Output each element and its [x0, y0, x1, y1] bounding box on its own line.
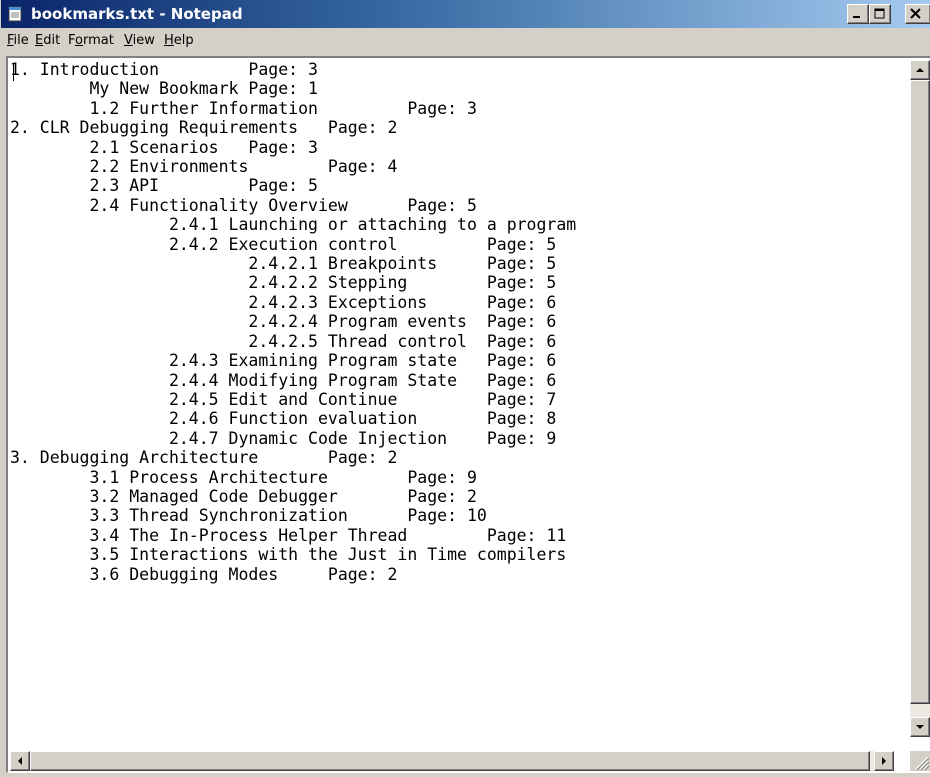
text-line: 2.4.5 Edit and Continue Page: 7 — [10, 389, 557, 409]
scroll-up-button[interactable] — [910, 60, 930, 80]
text-area[interactable]: 1. Introduction Page: 3 My New Bookmark … — [10, 60, 894, 737]
text-editor: 1. Introduction Page: 3 My New Bookmark … — [6, 56, 930, 773]
resize-grip-icon — [915, 756, 930, 771]
maximize-icon — [874, 8, 885, 19]
close-icon — [910, 8, 921, 19]
text-line: 3. Debugging Architecture Page: 2 — [10, 448, 398, 468]
text-line: 3.6 Debugging Modes Page: 2 — [10, 564, 398, 584]
text-line: 3.4 The In-Process Helper Thread Page: 1… — [10, 525, 567, 545]
arrow-left-icon — [18, 757, 22, 765]
minimize-icon — [853, 16, 860, 18]
text-line: My New Bookmark Page: 1 — [10, 79, 318, 99]
text-line: 2. CLR Debugging Requirements Page: 2 — [10, 118, 398, 138]
text-line: 2.1 Scenarios Page: 3 — [10, 137, 318, 157]
text-line: 2.4.2.5 Thread control Page: 6 — [10, 331, 557, 351]
text-line: 2.4.6 Function evaluation Page: 8 — [10, 409, 557, 429]
text-line: 2.2 Environments Page: 4 — [10, 157, 398, 177]
horizontal-scroll-thumb[interactable] — [30, 751, 870, 771]
window-title: bookmarks.txt - Notepad — [31, 5, 243, 23]
menu-format[interactable]: Format — [68, 33, 114, 48]
text-line: 1. Introduction Page: 3 — [10, 60, 318, 79]
notepad-window: bookmarks.txt - Notepad File Edit Format… — [0, 0, 930, 777]
text-line: 1.2 Further Information Page: 3 — [10, 98, 477, 118]
text-line: 2.4.2.1 Breakpoints Page: 5 — [10, 254, 557, 274]
text-line: 2.3 API Page: 5 — [10, 176, 318, 196]
text-line: 3.3 Thread Synchronization Page: 10 — [10, 506, 487, 526]
text-line: 2.4.4 Modifying Program State Page: 6 — [10, 370, 557, 390]
text-line: 3.5 Interactions with the Just in Time c… — [10, 545, 567, 565]
text-line: 2.4.3 Examining Program state Page: 6 — [10, 351, 557, 371]
arrow-up-icon — [916, 68, 924, 72]
close-button[interactable] — [905, 4, 930, 24]
vertical-scroll-thumb[interactable] — [910, 80, 930, 704]
title-bar[interactable]: bookmarks.txt - Notepad — [1, 0, 930, 28]
scroll-left-button[interactable] — [10, 751, 30, 771]
horizontal-scrollbar[interactable] — [10, 751, 894, 771]
arrow-right-icon — [882, 757, 886, 765]
menu-edit[interactable]: Edit — [35, 33, 60, 48]
text-line: 2.4 Functionality Overview Page: 5 — [10, 195, 477, 215]
text-caret — [13, 63, 14, 81]
text-line: 3.2 Managed Code Debugger Page: 2 — [10, 486, 477, 506]
text-line: 2.4.2.2 Stepping Page: 5 — [10, 273, 557, 293]
text-line: 2.4.1 Launching or attaching to a progra… — [10, 215, 577, 235]
menu-bar: File Edit Format View Help — [1, 28, 930, 54]
vertical-scrollbar[interactable] — [910, 60, 930, 737]
menu-help[interactable]: Help — [164, 33, 194, 48]
text-line: 3.1 Process Architecture Page: 9 — [10, 467, 477, 487]
text-line: 2.4.2 Execution control Page: 5 — [10, 234, 557, 254]
scroll-right-button[interactable] — [874, 751, 894, 771]
menu-file[interactable]: File — [7, 33, 29, 48]
maximize-button[interactable] — [869, 4, 891, 24]
scroll-down-button[interactable] — [910, 717, 930, 737]
text-line: 2.4.2.3 Exceptions Page: 6 — [10, 292, 557, 312]
resize-grip[interactable] — [910, 751, 930, 771]
text-line: 2.4.7 Dynamic Code Injection Page: 9 — [10, 428, 557, 448]
minimize-button[interactable] — [847, 4, 869, 24]
document-text: 1. Introduction Page: 3 My New Bookmark … — [10, 60, 894, 584]
arrow-down-icon — [916, 725, 924, 729]
text-line: 2.4.2.4 Program events Page: 6 — [10, 312, 557, 332]
notepad-icon[interactable] — [7, 6, 23, 22]
menu-view[interactable]: View — [124, 33, 155, 48]
